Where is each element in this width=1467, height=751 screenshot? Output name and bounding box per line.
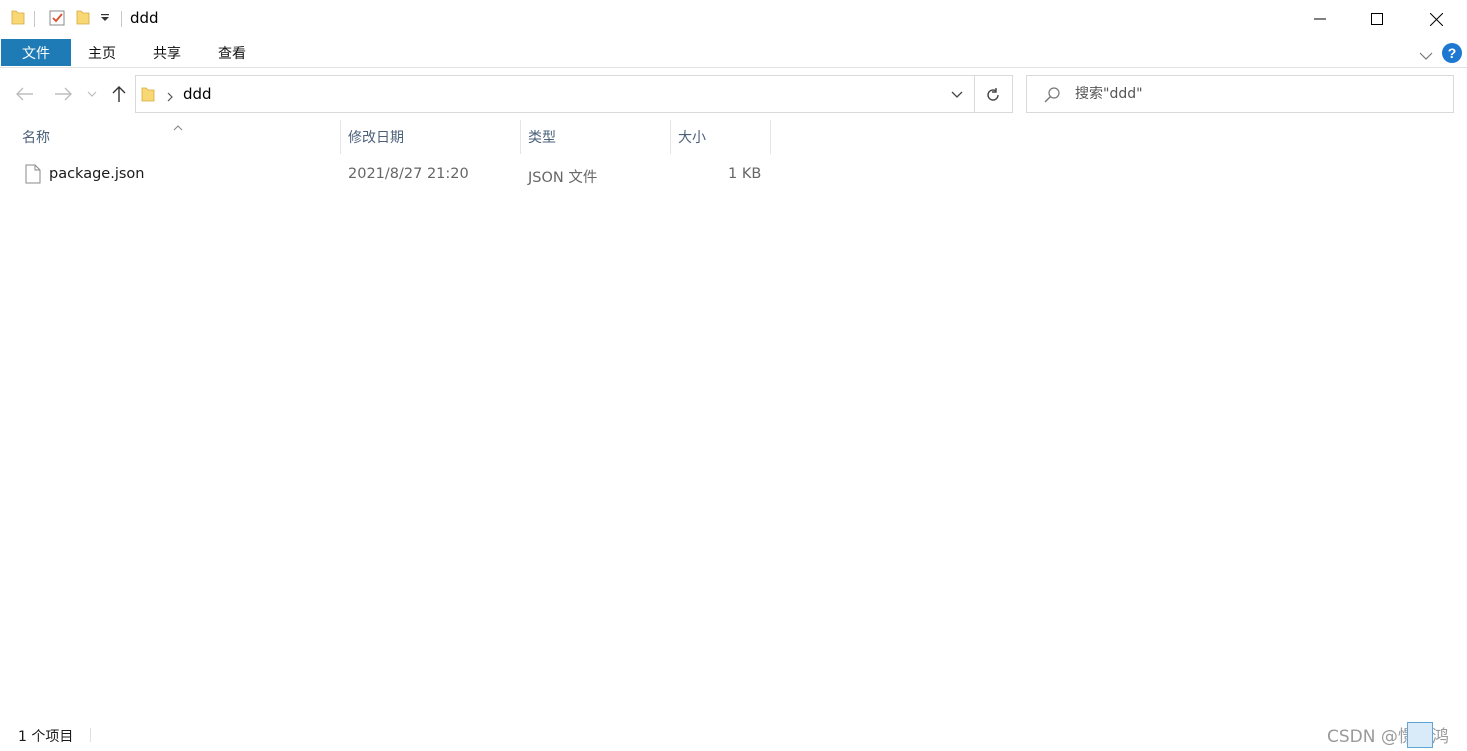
- large-icons-view-button[interactable]: [1407, 722, 1433, 748]
- minimize-icon: [1314, 18, 1326, 20]
- refresh-icon: [987, 88, 999, 101]
- search-box[interactable]: [1026, 75, 1454, 113]
- up-button[interactable]: [108, 83, 130, 105]
- file-row[interactable]: package.json 2021/8/27 21:20 JSON 文件 1 K…: [16, 160, 772, 190]
- forward-button[interactable]: [52, 83, 74, 105]
- maximize-button[interactable]: [1348, 0, 1406, 38]
- navigation-bar: ddd: [0, 69, 1467, 119]
- properties-icon[interactable]: [48, 9, 66, 27]
- address-segment[interactable]: ddd: [183, 85, 212, 103]
- file-type: JSON 文件: [528, 170, 598, 186]
- column-header-name[interactable]: 名称: [15, 120, 341, 154]
- title-bar: ddd: [0, 0, 1467, 38]
- forward-arrow-icon: [55, 87, 72, 101]
- svg-text:?: ?: [1448, 45, 1457, 61]
- tab-home[interactable]: 主页: [88, 39, 116, 66]
- up-arrow-icon: [112, 86, 126, 102]
- file-name[interactable]: package.json: [49, 166, 144, 182]
- file-modified: 2021/8/27 21:20: [348, 166, 469, 182]
- address-dropdown-button[interactable]: [947, 85, 967, 105]
- tab-file[interactable]: 文件: [1, 39, 71, 66]
- tab-share[interactable]: 共享: [153, 39, 181, 66]
- chevron-down-icon: [87, 91, 97, 97]
- recent-locations-button[interactable]: [84, 83, 100, 105]
- chevron-right-icon[interactable]: [166, 88, 174, 107]
- back-arrow-icon: [16, 87, 33, 101]
- expand-ribbon-icon[interactable]: [1419, 46, 1433, 65]
- status-item-count: 1 个项目: [18, 729, 74, 745]
- customize-toolbar-icon[interactable]: [100, 13, 110, 23]
- file-icon: [25, 164, 41, 188]
- address-bar[interactable]: ddd: [135, 75, 1013, 113]
- tab-view[interactable]: 查看: [218, 39, 246, 66]
- search-input[interactable]: [1075, 83, 1435, 105]
- ribbon-tabs: 文件 主页 共享 查看 ?: [0, 38, 1467, 68]
- folder-icon: [11, 9, 25, 25]
- chevron-down-icon: [951, 91, 963, 98]
- file-size: 1 KB: [728, 166, 762, 182]
- refresh-button[interactable]: [982, 84, 1004, 106]
- maximize-icon: [1371, 13, 1383, 25]
- close-icon: [1429, 12, 1443, 26]
- column-header-type[interactable]: 类型: [521, 120, 671, 154]
- column-header-modified[interactable]: 修改日期: [341, 120, 521, 154]
- column-header-size[interactable]: 大小: [671, 120, 771, 154]
- back-button[interactable]: [14, 83, 36, 105]
- minimize-button[interactable]: [1291, 0, 1349, 38]
- close-button[interactable]: [1407, 0, 1465, 38]
- new-folder-icon[interactable]: [76, 9, 90, 25]
- window-title: ddd: [130, 9, 159, 27]
- search-icon: [1043, 86, 1061, 108]
- help-icon[interactable]: ?: [1441, 42, 1463, 68]
- folder-icon: [141, 86, 155, 106]
